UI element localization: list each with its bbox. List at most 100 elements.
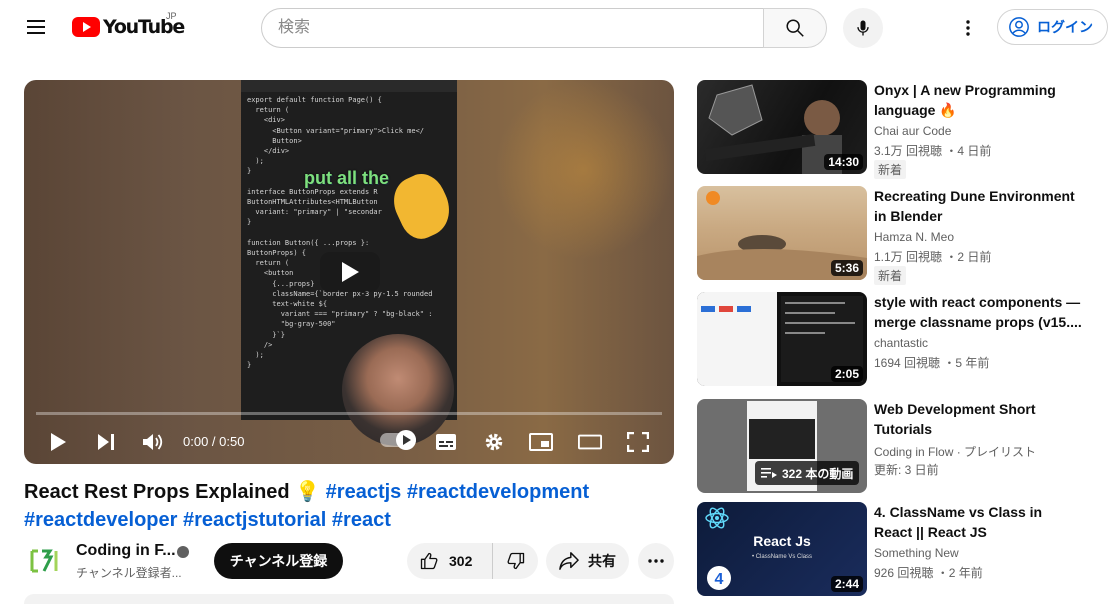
code-line: return ( <box>247 259 290 268</box>
code-line: /> <box>247 340 273 349</box>
video-caption: put all the <box>304 168 389 188</box>
verified-badge-icon <box>177 546 189 558</box>
code-line: ButtonHTMLAttributes<HTMLButton <box>247 198 378 206</box>
code-line: }`} <box>247 330 285 339</box>
theater-mode-icon <box>578 434 602 450</box>
channel-name: Hamza N. Meo <box>874 230 955 244</box>
settings-menu-icon[interactable] <box>956 16 980 40</box>
skip-next-icon <box>98 434 114 450</box>
code-line: {...props} <box>247 279 315 288</box>
like-dislike-group: 302 <box>407 543 538 579</box>
recommended-video[interactable]: 5:36 Recreating Dune Environment in Blen… <box>697 186 1097 285</box>
new-badge: 新着 <box>874 266 907 285</box>
volume-icon <box>143 434 163 450</box>
theater-mode-button[interactable] <box>578 430 602 454</box>
video-title: Recreating Dune Environment in Blender <box>874 188 1075 224</box>
like-button[interactable]: 302 <box>407 543 493 579</box>
channel-logo-icon <box>30 549 58 573</box>
search-icon <box>786 19 804 37</box>
autoplay-toggle[interactable] <box>380 430 416 450</box>
editor-tab-bar <box>241 80 457 92</box>
recommended-video[interactable]: 4 React Js • ClassName Vs Class 2:44 4. … <box>697 502 1097 598</box>
fullscreen-button[interactable] <box>626 430 650 454</box>
settings-button[interactable] <box>482 430 506 454</box>
gear-icon <box>485 433 503 451</box>
video-thumbnail: 2:05 <box>697 292 867 386</box>
recommended-video[interactable]: 14:30 Onyx | A new Programming language … <box>697 80 1097 179</box>
microphone-icon <box>857 20 869 36</box>
subscriber-count: チャンネル登録者... <box>76 566 182 580</box>
region-code: JP <box>166 11 177 21</box>
new-badge: 新着 <box>874 160 907 179</box>
video-thumbnail: 5:36 <box>697 186 867 280</box>
channel-name: Chai aur Code <box>874 124 952 138</box>
channel-name[interactable]: Coding in F... <box>76 542 176 560</box>
playlist-updated: 更新: 3 日前 <box>874 463 939 477</box>
code-line: text-white ${ <box>247 300 328 308</box>
code-line: export default function Page() { <box>247 96 382 104</box>
subtitles-button[interactable] <box>434 430 458 454</box>
mute-button[interactable] <box>141 430 165 454</box>
autoplay-play-icon <box>402 435 411 445</box>
video-duration: 5:36 <box>830 260 863 276</box>
search-input[interactable] <box>261 8 763 48</box>
code-line: <div> <box>247 116 285 125</box>
next-button[interactable] <box>94 430 118 454</box>
video-duration: 14:30 <box>824 154 863 170</box>
channel-name: Something New <box>874 546 959 560</box>
big-play-button[interactable] <box>320 252 380 292</box>
login-label: ログイン <box>1037 19 1093 35</box>
voice-search-button[interactable] <box>843 8 883 48</box>
video-title: Onyx | A new Programming language 🔥 <box>874 82 1056 118</box>
video-meta: 1.1万 回視聴 ・2 日前 <box>874 250 992 264</box>
menu-icon[interactable] <box>20 14 52 42</box>
search-button[interactable] <box>763 8 827 48</box>
play-icon <box>342 262 359 282</box>
video-title: 4. ClassName vs Class in React || React … <box>874 504 1043 540</box>
playlist-title: Web Development Short Tutorials <box>874 401 1036 437</box>
video-duration: 2:44 <box>830 576 863 592</box>
more-actions-button[interactable] <box>638 543 674 579</box>
channel-avatar[interactable] <box>24 541 64 581</box>
video-title: style with react components — merge clas… <box>874 294 1082 330</box>
share-button[interactable]: 共有 <box>546 543 629 579</box>
login-button[interactable]: ログイン <box>997 9 1108 45</box>
video-thumbnail: 14:30 <box>697 80 867 174</box>
video-meta: 3.1万 回視聴 ・4 日前 <box>874 144 992 158</box>
like-count: 302 <box>449 553 473 569</box>
subscribe-button[interactable]: チャンネル登録 <box>214 543 343 579</box>
code-line: ); <box>247 351 264 359</box>
video-player[interactable]: export default function Page() { return … <box>24 80 674 464</box>
hashtags-line-2[interactable]: #reactdeveloper #reactjstutorial #react <box>24 509 391 531</box>
playlist-icon <box>761 468 777 478</box>
code-line: function Button({ ...props }: <box>247 238 370 247</box>
video-title: React Rest Props Explained 💡 #reactjs #r… <box>24 478 674 534</box>
thumb-title: React Js <box>753 533 811 549</box>
code-line: <button <box>247 269 294 278</box>
playlist-thumbnail: 322 本の動画 <box>697 399 867 493</box>
code-line: <Button variant="primary">Click me</ <box>247 126 425 135</box>
miniplayer-icon <box>529 433 553 451</box>
thumb-subtitle: • ClassName Vs Class <box>752 554 812 560</box>
code-line: variant === "primary" ? "bg-black" : <box>247 310 433 319</box>
hashtags-line-1[interactable]: #reactjs #reactdevelopment <box>326 481 589 503</box>
recommended-playlist[interactable]: 322 本の動画 Web Development Short Tutorials… <box>697 399 1097 495</box>
playlist-count: 322 本の動画 <box>782 466 854 481</box>
description-box[interactable] <box>24 594 674 604</box>
play-icon <box>51 433 66 451</box>
miniplayer-button[interactable] <box>529 430 553 454</box>
recommended-video[interactable]: 2:05 style with react components — merge… <box>697 292 1097 388</box>
play-button[interactable] <box>46 430 70 454</box>
channel-name: chantastic <box>874 336 929 350</box>
code-line: return ( <box>247 106 290 115</box>
code-line: variant: "primary" | "secondar <box>247 208 382 217</box>
video-meta: 1694 回視聴 ・5 年前 <box>874 356 990 370</box>
fullscreen-icon <box>627 432 649 452</box>
youtube-play-icon <box>72 17 100 37</box>
code-line: ButtonProps) { <box>247 249 307 257</box>
autoplay-knob <box>396 430 416 450</box>
thumbs-down-icon <box>507 552 524 570</box>
dislike-button[interactable] <box>493 543 538 579</box>
progress-bar[interactable] <box>36 412 662 415</box>
code-line: Button> <box>247 136 302 145</box>
